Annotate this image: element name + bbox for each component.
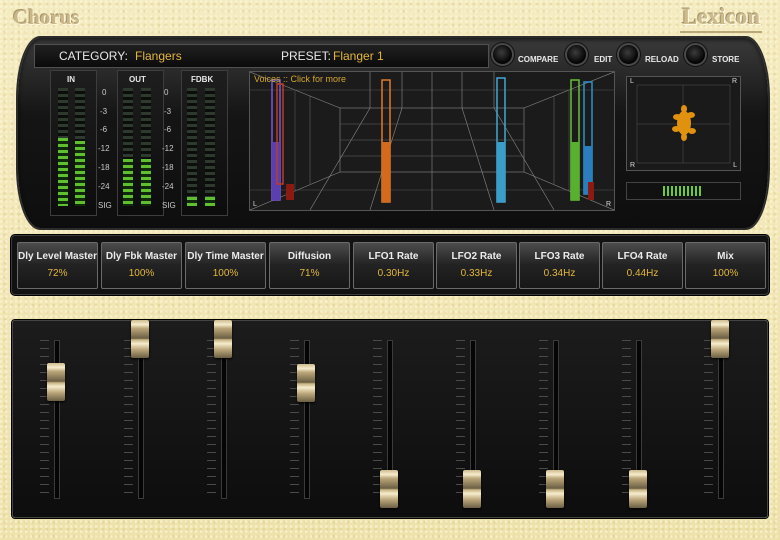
category-value[interactable]: Flangers: [135, 49, 182, 63]
fdbk-label: FDBK: [191, 75, 214, 84]
fader-knob-5[interactable]: [380, 470, 398, 508]
param-name: LFO4 Rate: [617, 251, 668, 262]
category-label: CATEGORY:: [59, 49, 128, 63]
preset-bar: CATEGORY: Flangers PRESET: Flanger 1: [34, 44, 489, 68]
scale-label: SIG: [98, 201, 112, 210]
compare-label: COMPARE: [518, 55, 559, 64]
stereo-tl-label: L: [630, 78, 634, 85]
app-title: Chorus: [13, 5, 80, 29]
param-value: 71%: [299, 268, 320, 279]
preset-value[interactable]: Flanger 1: [333, 49, 384, 63]
scale-label: -24: [98, 182, 110, 191]
scale-label: -12: [98, 144, 110, 153]
param-name: LFO3 Rate: [534, 251, 585, 262]
param-name: Dly Level Master: [18, 251, 97, 262]
param-value: 0.33Hz: [460, 268, 493, 279]
in-meter-right: [75, 88, 85, 206]
stereo-image-icon: [672, 105, 696, 141]
param-name: Dly Fbk Master: [105, 251, 178, 262]
param-button-dly-fbk-master[interactable]: Dly Fbk Master 100%: [101, 242, 182, 289]
stereo-tr-label: R: [731, 78, 737, 85]
voices-grid: [250, 72, 614, 210]
param-value: 100%: [712, 268, 739, 279]
param-value: 100%: [212, 268, 239, 279]
voices-text[interactable]: Voices :: Click for more: [254, 74, 346, 84]
param-button-diffusion[interactable]: Diffusion 71%: [269, 242, 350, 289]
fader-track[interactable]: [221, 340, 227, 499]
param-value: 72%: [47, 268, 68, 279]
fdbk-meter-right: [205, 88, 215, 206]
fader-ticks: [124, 340, 133, 497]
param-button-lfo3-rate[interactable]: LFO3 Rate 0.34Hz: [519, 242, 600, 289]
edit-label: EDIT: [594, 55, 613, 64]
out-meter-left: [123, 88, 133, 206]
out-label: OUT: [129, 75, 146, 84]
param-value: 100%: [128, 268, 155, 279]
reload-label: RELOAD: [645, 55, 679, 64]
fader-ticks: [704, 340, 713, 497]
phase-meter: [626, 182, 741, 200]
param-button-lfo1-rate[interactable]: LFO1 Rate 0.30Hz: [353, 242, 434, 289]
param-name: LFO2 Rate: [451, 251, 502, 262]
scale-label: -18: [162, 163, 174, 172]
scale-label: -6: [164, 125, 172, 134]
fader-knob-9[interactable]: [711, 320, 729, 358]
param-name: Dly Time Master: [187, 251, 264, 262]
stereo-br-label: L: [733, 162, 737, 169]
store-label: STORE: [712, 55, 740, 64]
scale-label: -18: [98, 163, 110, 172]
param-name: Diffusion: [287, 251, 332, 262]
voices-right-label: R: [605, 201, 611, 208]
param-button-dly-time-master[interactable]: Dly Time Master 100%: [185, 242, 266, 289]
fader-knob-8[interactable]: [629, 470, 647, 508]
scale-label: -24: [162, 182, 174, 191]
in-label: IN: [67, 75, 75, 84]
fader-knob-4[interactable]: [297, 364, 315, 402]
edit-button[interactable]: [567, 45, 586, 64]
in-meter-left: [58, 88, 68, 206]
stereo-grid: [636, 84, 731, 164]
fader-track[interactable]: [138, 340, 144, 499]
fader-knob-1[interactable]: [47, 363, 65, 401]
param-name: Mix: [717, 251, 734, 262]
param-button-lfo2-rate[interactable]: LFO2 Rate 0.33Hz: [436, 242, 517, 289]
scale-label: 0: [102, 88, 107, 97]
scale-label: -6: [100, 125, 108, 134]
reload-button[interactable]: [619, 45, 638, 64]
param-button-mix[interactable]: Mix 100%: [685, 242, 766, 289]
fader-knob-7[interactable]: [546, 470, 564, 508]
scale-label: -3: [100, 107, 108, 116]
phase-meter-fill: [663, 186, 701, 196]
scale-label: SIG: [162, 201, 176, 210]
scale-label: -12: [162, 144, 174, 153]
param-value: 0.44Hz: [626, 268, 659, 279]
fader-track[interactable]: [718, 340, 724, 499]
fader-knob-3[interactable]: [214, 320, 232, 358]
param-button-lfo4-rate[interactable]: LFO4 Rate 0.44Hz: [602, 242, 683, 289]
param-button-dly-level-master[interactable]: Dly Level Master 72%: [17, 242, 98, 289]
fader-knob-6[interactable]: [463, 470, 481, 508]
brand-logo: Lexicon: [680, 4, 762, 33]
stereo-field-display: L R R L: [626, 76, 741, 171]
param-name: LFO1 Rate: [368, 251, 419, 262]
fader-ticks: [207, 340, 216, 497]
scale-label: -3: [164, 107, 172, 116]
fdbk-meter-left: [187, 88, 197, 206]
stereo-bl-label: R: [630, 162, 636, 169]
param-value: 0.34Hz: [543, 268, 576, 279]
preset-label: PRESET:: [281, 49, 332, 63]
fader-knob-2[interactable]: [131, 320, 149, 358]
voices-left-label: L: [253, 201, 257, 208]
voices-display[interactable]: Voices :: Click for more L R: [249, 71, 615, 211]
compare-button[interactable]: [493, 45, 512, 64]
scale-label: 0: [164, 88, 169, 97]
param-value: 0.30Hz: [377, 268, 410, 279]
store-button[interactable]: [686, 45, 705, 64]
out-meter-right: [141, 88, 151, 206]
